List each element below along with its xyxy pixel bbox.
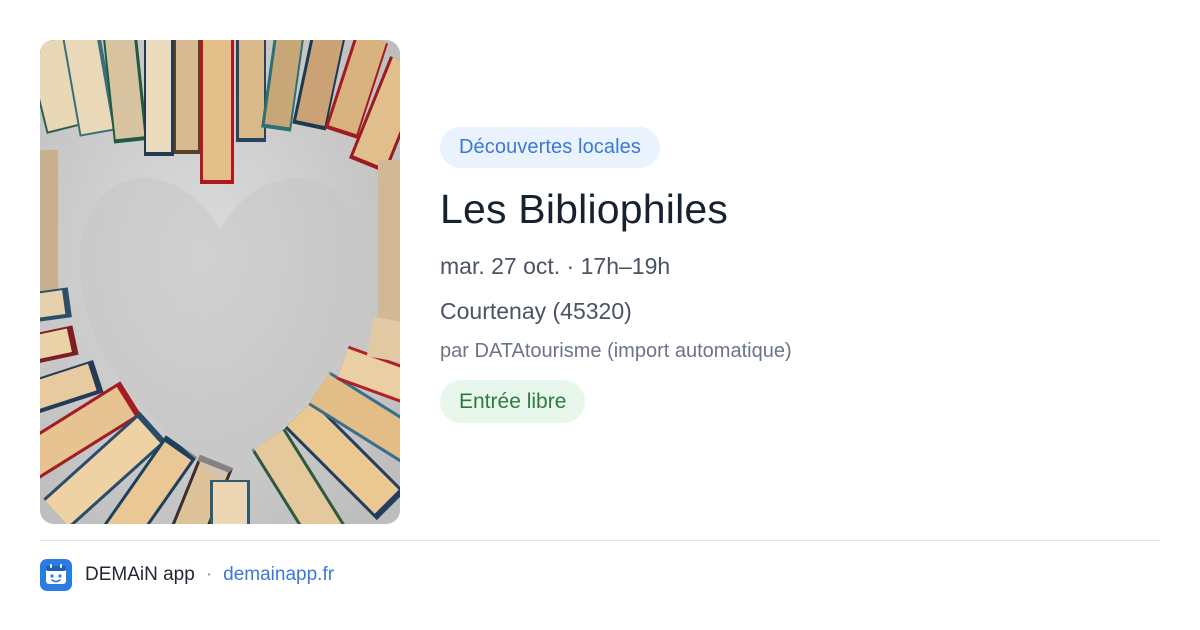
event-location: Courtenay (45320) <box>440 298 632 324</box>
event-image <box>40 40 400 524</box>
price-badge: Entrée libre <box>440 380 586 423</box>
event-share-card: Découvertes locales Les Bibliophiles mar… <box>0 0 1200 630</box>
demain-app-icon[interactable] <box>40 558 72 591</box>
app-website-link[interactable]: demainapp.fr <box>223 564 334 586</box>
event-source: par DATAtourisme (import automatique) <box>440 340 792 362</box>
footer-divider <box>40 540 1160 541</box>
category-badge[interactable]: Découvertes locales <box>440 127 660 168</box>
footer: DEMAiN app · demainapp.fr <box>40 558 334 591</box>
footer-separator: · <box>205 563 213 585</box>
event-title: Les Bibliophiles <box>440 186 729 232</box>
app-name: DEMAiN app <box>85 563 195 585</box>
event-info: Découvertes locales Les Bibliophiles mar… <box>440 127 1160 423</box>
books-heart-photo <box>40 40 400 524</box>
event-date-time: mar. 27 oct. · 17h–19h <box>440 253 671 279</box>
